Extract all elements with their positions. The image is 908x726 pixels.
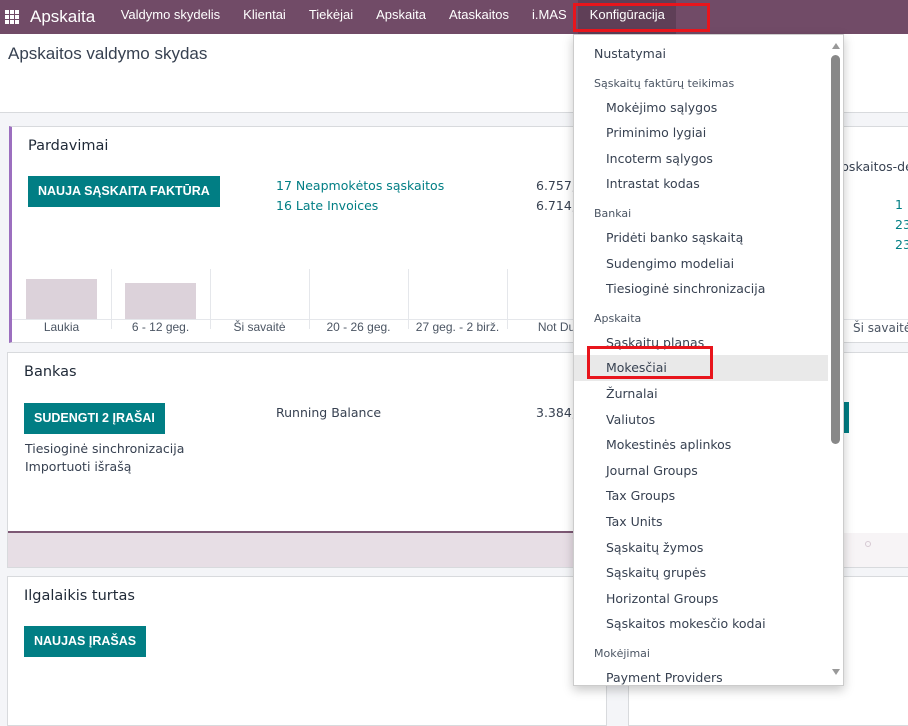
assets-card: Ilgalaikis turtas NAUJAS ĮRAŠAS xyxy=(7,576,607,726)
nav-vendors[interactable]: Tiekėjai xyxy=(297,0,364,34)
menu-item[interactable]: Mokestinės aplinkos xyxy=(574,432,828,458)
chart-x-label: Ši savaitė xyxy=(233,320,286,334)
menu-item[interactable]: Valiutos xyxy=(574,407,828,433)
dropdown-scrollbar[interactable] xyxy=(831,55,840,444)
import-statement-link[interactable]: Importuoti išrašą xyxy=(25,459,131,474)
menu-section-header: Sąskaitų faktūrų teikimas xyxy=(594,76,735,90)
menu-item[interactable]: Sąskaitų planas xyxy=(574,330,828,356)
unpaid-invoices-link[interactable]: 17 Neapmokėtos sąskaitos xyxy=(276,178,444,193)
new-asset-button[interactable]: NAUJAS ĮRAŠAS xyxy=(24,626,147,657)
nav-reports[interactable]: Ataskaitos xyxy=(438,0,521,34)
running-balance-label: Running Balance xyxy=(276,405,382,420)
nav-configuration[interactable]: Konfigūracija xyxy=(578,0,677,34)
balance-line-chart[interactable] xyxy=(8,531,606,567)
menu-item[interactable]: Sąskaitos mokesčio kodai xyxy=(574,611,828,637)
menu-section-header: Apskaita xyxy=(594,311,642,325)
chart-bar[interactable] xyxy=(26,279,97,319)
menu-item[interactable]: Žurnalai xyxy=(574,381,828,407)
chart-axis xyxy=(12,319,608,320)
nav-dashboard[interactable]: Valdymo skydelis xyxy=(109,0,231,34)
chart-x-label: 6 - 12 geg. xyxy=(131,320,190,334)
menu-item[interactable]: Pridėti banko sąskaitą xyxy=(574,225,828,251)
menu-item[interactable]: Mokėjimo sąlygos xyxy=(574,95,828,121)
menu-item[interactable]: Priminimo lygiai xyxy=(574,120,828,146)
menu-item[interactable]: Sąskaitų grupės xyxy=(574,560,828,586)
chart-x-label: Laukia xyxy=(43,320,80,334)
assets-title: Ilgalaikis turtas xyxy=(24,588,135,604)
top-navbar: Apskaita Valdymo skydelis Klientai Tiekė… xyxy=(0,0,908,34)
right-value-2[interactable]: 23 xyxy=(895,217,908,232)
chart-bar[interactable] xyxy=(125,283,196,319)
menu-item[interactable]: Journal Groups xyxy=(574,458,828,484)
online-sync-link[interactable]: Tiesioginė sinchronizacija xyxy=(25,441,184,456)
chart-x-label: 20 - 26 geg. xyxy=(326,320,391,334)
menu-section-header: Mokėjimai xyxy=(594,646,650,660)
menu-section-header: Bankai xyxy=(594,206,632,220)
menu-item[interactable]: Tiesioginė sinchronizacija xyxy=(574,276,828,302)
app-name[interactable]: Apskaita xyxy=(30,7,95,27)
nav-accounting[interactable]: Apskaita xyxy=(365,0,438,34)
menu-item-taxes[interactable]: Mokesčiai xyxy=(574,355,828,381)
bank-card: Bankas SUDENGTI 2 ĮRAŠAI Tiesioginė sinc… xyxy=(7,352,607,568)
right-card-partial-text: pskaitos-de xyxy=(841,159,908,174)
chart-x-label: 27 geg. - 2 birž. xyxy=(415,320,500,334)
scroll-down-arrow-icon[interactable] xyxy=(832,669,840,675)
menu-item[interactable]: Intrastat kodas xyxy=(574,171,828,197)
sales-title: Pardavimai xyxy=(28,138,109,154)
chart-point xyxy=(865,541,871,547)
configuration-dropdown: Nustatymai Sąskaitų faktūrų teikimas Mokėj… xyxy=(573,34,844,686)
right-value-3[interactable]: 23 xyxy=(895,237,908,252)
nav-imas[interactable]: i.MAS xyxy=(521,0,579,34)
right-chart-label: Ši savaitė xyxy=(853,321,908,335)
menu-item[interactable]: Horizontal Groups xyxy=(574,586,828,612)
menu-item[interactable]: Sudengimo modeliai xyxy=(574,251,828,277)
apps-grid-icon[interactable] xyxy=(5,10,19,24)
late-invoices-link[interactable]: 16 Late Invoices xyxy=(276,198,378,213)
menu-item[interactable]: Sąskaitų žymos xyxy=(574,535,828,561)
menu-item[interactable]: Incoterm sąlygos xyxy=(574,146,828,172)
page-title: Apskaitos valdymo skydas xyxy=(8,44,208,63)
nav-customers[interactable]: Klientai xyxy=(232,0,298,34)
new-invoice-button[interactable]: NAUJA SĄSKAITA FAKTŪRA xyxy=(28,176,220,207)
bank-title: Bankas xyxy=(24,364,77,380)
menu-item[interactable]: Payment Providers xyxy=(574,665,828,685)
menu-item[interactable]: Tax Units xyxy=(574,509,828,535)
sales-card: Pardavimai NAUJA SĄSKAITA FAKTŪRA 17 Nea… xyxy=(9,126,609,343)
menu-item-settings[interactable]: Nustatymai xyxy=(574,41,828,67)
right-value-1[interactable]: 1 xyxy=(895,197,903,212)
scroll-up-arrow-icon[interactable] xyxy=(832,43,840,49)
reconcile-button[interactable]: SUDENGTI 2 ĮRAŠAI xyxy=(24,403,165,434)
menu-item[interactable]: Tax Groups xyxy=(574,483,828,509)
